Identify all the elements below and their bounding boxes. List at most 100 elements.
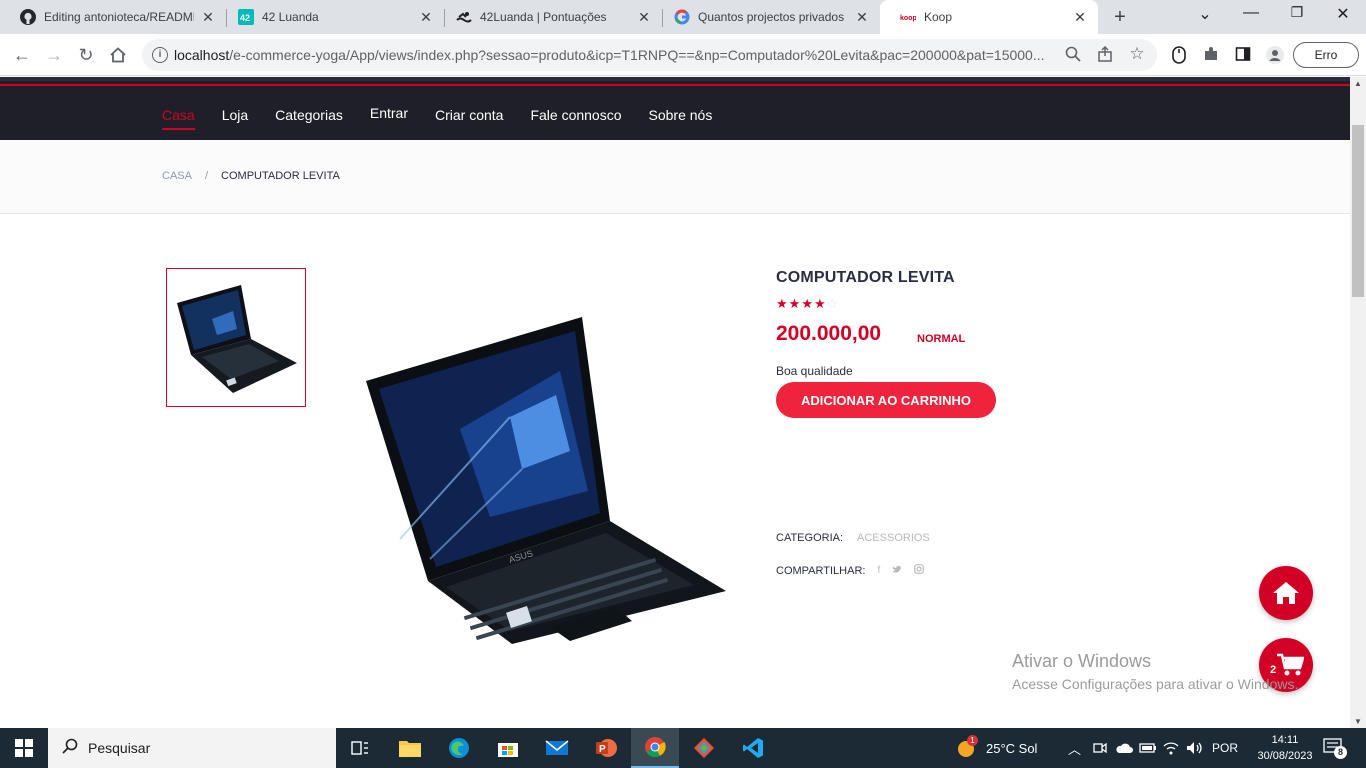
close-icon[interactable]: ✕ (636, 10, 652, 24)
breadcrumb: CASA / COMPUTADOR LEVITA (162, 170, 340, 182)
meet-now-icon[interactable] (1093, 728, 1107, 768)
scrollbar-thumb[interactable] (1352, 125, 1364, 297)
github-icon (20, 9, 36, 25)
chrome-icon[interactable] (631, 728, 679, 768)
mouse-extension-icon[interactable] (1170, 46, 1188, 64)
category-row: CATEGORIA: ACESSORIOS (776, 532, 930, 544)
product-main-image[interactable]: ASUS (360, 309, 730, 644)
rating-stars: ★★★★☆ (776, 296, 839, 312)
close-window-button[interactable]: ✕ (1328, 4, 1358, 24)
battery-icon[interactable] (1139, 728, 1157, 768)
microsoft-store-icon[interactable] (484, 728, 532, 768)
instagram-icon[interactable] (914, 564, 925, 577)
edge-icon[interactable] (435, 728, 483, 768)
main-menu: Casa Loja Categorias Entrar Criar conta … (162, 105, 739, 130)
star-icon: ★ (813, 296, 827, 311)
restore-button[interactable]: ❐ (1282, 4, 1312, 21)
nav-entrar[interactable]: Entrar (370, 105, 408, 121)
home-icon[interactable] (106, 43, 130, 67)
tab-42-luanda[interactable]: 42 42 Luanda ✕ (218, 0, 444, 34)
forward-arrow-icon[interactable]: → (42, 43, 66, 67)
page-scrollbar[interactable]: ▲ ▼ (1350, 77, 1366, 728)
sun-icon: 1 (956, 735, 978, 758)
weather-text: 25°C Sol (986, 740, 1038, 756)
category-link[interactable]: ACESSORIOS (857, 532, 930, 544)
breadcrumb-bar: CASA / COMPUTADOR LEVITA (0, 140, 1350, 214)
close-icon[interactable]: ✕ (200, 10, 216, 24)
minimize-button[interactable]: — (1236, 4, 1266, 22)
volume-icon[interactable] (1186, 728, 1204, 768)
language-indicator[interactable]: POR (1212, 728, 1238, 768)
tab-title: 42Luanda | Pontuações (480, 10, 607, 24)
wifi-icon[interactable] (1163, 728, 1179, 768)
task-view-icon[interactable] (336, 728, 384, 768)
nav-fale-connosco[interactable]: Fale connosco (530, 107, 621, 123)
scroll-up-arrow-icon[interactable]: ▲ (1354, 79, 1362, 88)
close-icon[interactable]: ✕ (1072, 10, 1088, 24)
bookmark-star-icon[interactable]: ☆ (1128, 44, 1146, 63)
profile-error-button[interactable]: Erro (1293, 42, 1359, 68)
weather-alert-badge: 1 (967, 735, 978, 746)
clock-date: 30/08/2023 (1257, 750, 1313, 762)
start-button[interactable] (0, 728, 48, 768)
show-hidden-icons-chevron-icon[interactable]: ︿ (1068, 728, 1081, 768)
twitter-icon[interactable] (892, 565, 902, 577)
profile-avatar-icon[interactable] (1266, 46, 1284, 64)
onedrive-cloud-icon[interactable] (1115, 728, 1133, 768)
breadcrumb-current: COMPUTADOR LEVITA (221, 170, 340, 182)
tab-koop-active[interactable]: koop Koop ✕ (880, 0, 1098, 34)
google-icon (674, 9, 690, 25)
back-arrow-icon[interactable]: ← (10, 43, 34, 67)
browser-toolbar: ← → ↻ i localhost/e-commerce-yoga/App/vi… (0, 34, 1366, 76)
zoom-search-icon[interactable] (1064, 46, 1082, 64)
add-to-cart-button[interactable]: ADICIONAR AO CARRINHO (776, 382, 996, 418)
product-description: Boa qualidade (776, 364, 853, 378)
tab-github[interactable]: Editing antonioteca/README. ✕ (0, 0, 226, 34)
tab-title: 42 Luanda (262, 10, 319, 24)
search-icon (62, 738, 78, 759)
file-explorer-icon[interactable] (386, 728, 434, 768)
web-page: Casa Loja Categorias Entrar Criar conta … (0, 77, 1350, 728)
tab-search-chevron-icon[interactable]: ⌄ (1190, 4, 1220, 24)
close-icon[interactable]: ✕ (854, 10, 870, 24)
product-name: COMPUTADOR LEVITA (776, 269, 955, 286)
extensions-puzzle-icon[interactable] (1202, 46, 1220, 64)
address-bar[interactable]: i localhost/e-commerce-yoga/App/views/in… (142, 39, 1157, 71)
share-label: COMPARTILHAR: (776, 564, 866, 577)
star-empty-icon: ☆ (826, 296, 840, 311)
nav-loja[interactable]: Loja (222, 107, 248, 123)
breadcrumb-home-link[interactable]: CASA (162, 170, 192, 182)
watermark-subtitle: Acesse Configurações para ativar o Windo… (1012, 676, 1299, 692)
tab-42luanda-pontuacoes[interactable]: 42Luanda | Pontuações ✕ (436, 0, 662, 34)
windows-taskbar: Pesquisar P 1 25°C Sol ︿ POR 14:11 30/08… (0, 728, 1366, 768)
nav-sobre-nos[interactable]: Sobre nós (649, 107, 713, 123)
nav-categorias[interactable]: Categorias (275, 107, 343, 123)
site-navigation: Casa Loja Categorias Entrar Criar conta … (0, 77, 1350, 140)
facebook-icon[interactable]: f (877, 565, 880, 576)
new-tab-button[interactable]: + (1108, 6, 1132, 29)
info-icon[interactable]: i (152, 47, 168, 63)
weather-widget[interactable]: 1 25°C Sol (956, 728, 1037, 768)
star-icon: ★ (801, 296, 814, 311)
nav-criar-conta[interactable]: Criar conta (435, 107, 503, 123)
category-label: CATEGORIA: (776, 532, 844, 544)
scroll-down-arrow-icon[interactable]: ▼ (1354, 717, 1362, 726)
share-icon[interactable] (1096, 45, 1114, 64)
notification-center-icon[interactable]: 8 (1323, 728, 1347, 768)
reload-icon[interactable]: ↻ (74, 43, 98, 67)
svg-text:koop: koop (900, 15, 916, 22)
taskbar-search[interactable]: Pesquisar (48, 728, 336, 768)
tab-google-search[interactable]: Quantos projectos privados ✕ (654, 0, 880, 34)
git-app-icon[interactable] (680, 728, 728, 768)
side-panel-icon[interactable] (1234, 46, 1252, 64)
system-clock[interactable]: 14:11 30/08/2023 (1256, 732, 1314, 764)
vscode-icon[interactable] (729, 728, 777, 768)
clock-time: 14:11 (1271, 734, 1299, 746)
powerpoint-icon[interactable]: P (582, 728, 630, 768)
mail-icon[interactable] (533, 728, 581, 768)
close-icon[interactable]: ✕ (418, 10, 434, 24)
notification-count-badge: 8 (1334, 746, 1347, 759)
nav-casa[interactable]: Casa (162, 107, 195, 130)
home-floating-button[interactable] (1259, 566, 1313, 620)
product-thumbnail[interactable] (166, 268, 306, 407)
